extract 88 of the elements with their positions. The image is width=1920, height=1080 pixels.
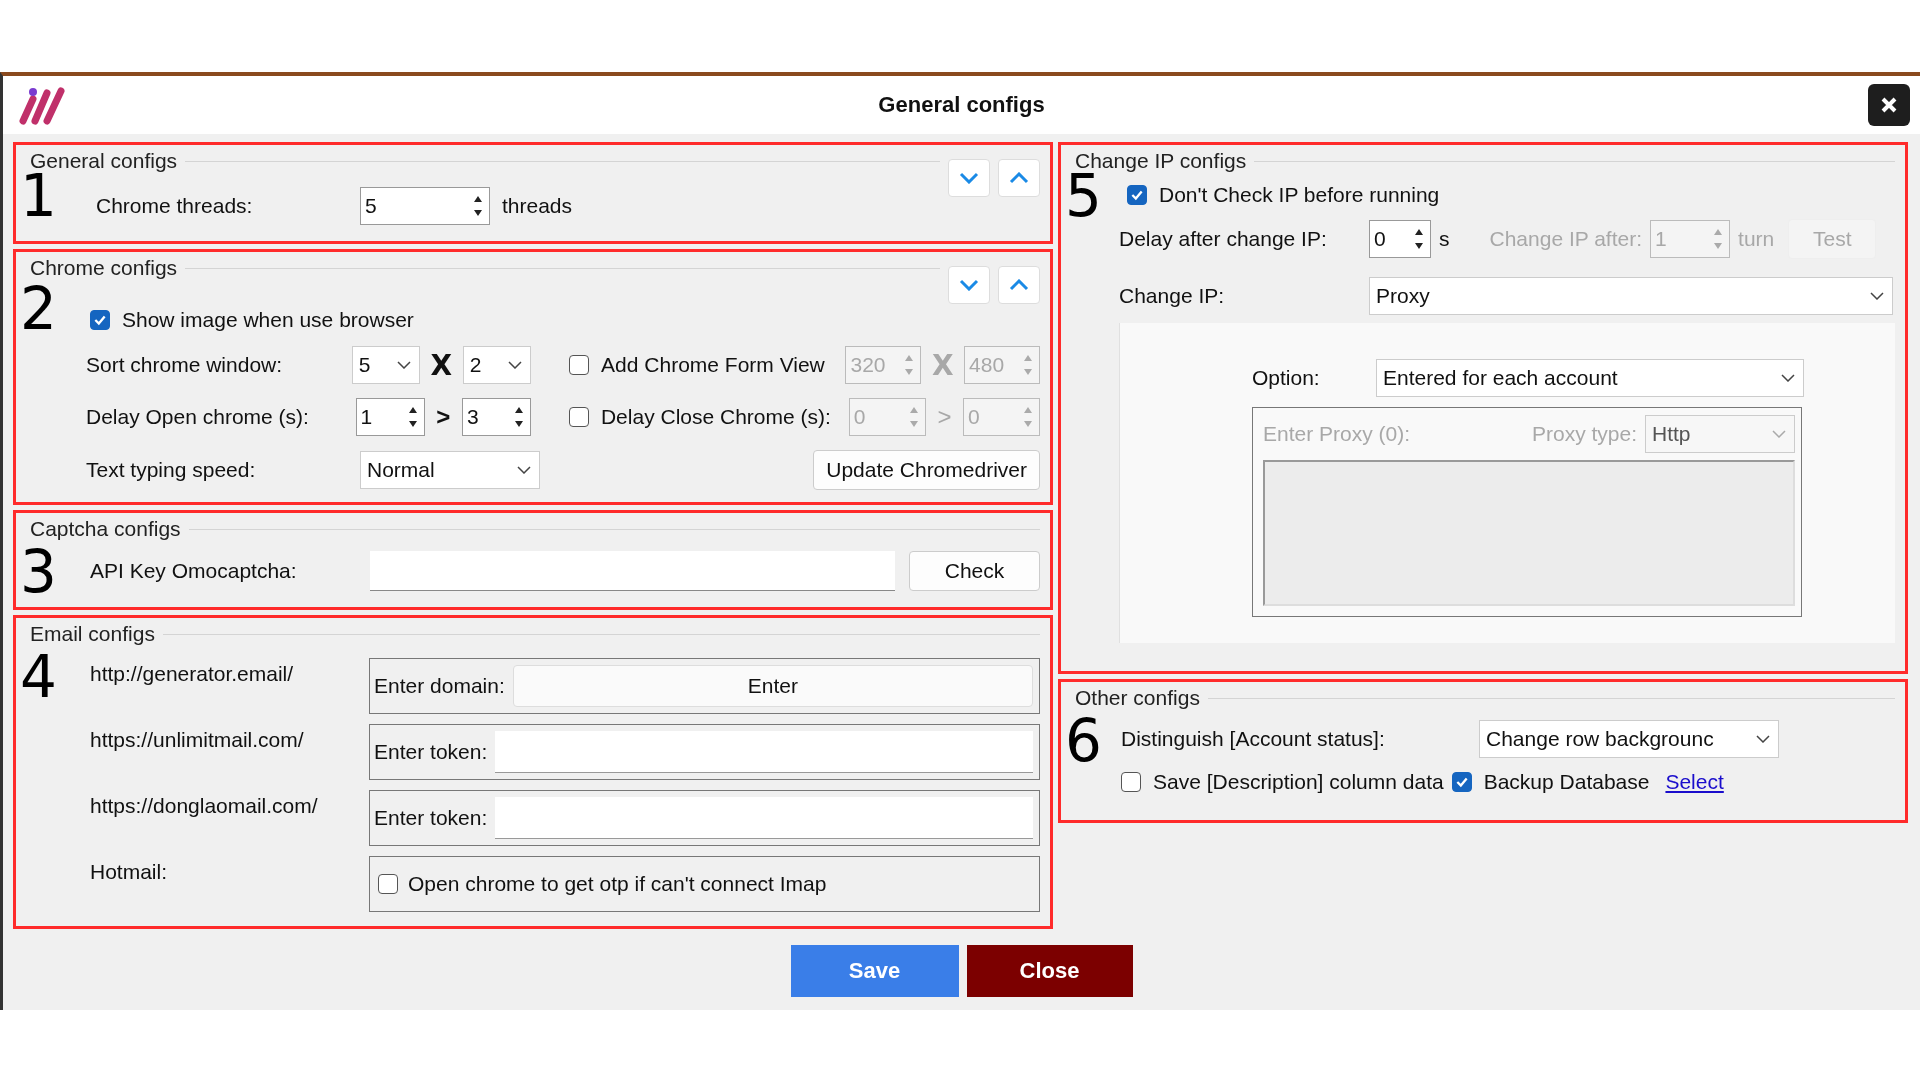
site-label: http://generator.email/ [90,661,295,686]
enter-button[interactable]: Enter [512,665,1033,707]
check-button[interactable]: Check [909,551,1040,591]
field-label: Enter token: [374,740,488,764]
select-link[interactable]: Select [1665,770,1724,794]
section-number: 6 [1065,712,1102,770]
dropdown[interactable]: Proxy [1369,277,1893,315]
checkbox[interactable] [1121,772,1141,792]
checkbox-label: Save [Description] column data [1153,770,1444,794]
site-label: https://unlimitmail.com/ [90,727,305,752]
field-label: Enter Proxy (0): [1263,422,1411,446]
times-sign: X [429,348,454,382]
window-title: General configs [878,92,1045,118]
save-button[interactable]: Save [790,945,959,997]
dropdown[interactable]: Entered for each account [1376,359,1804,397]
collapse-button[interactable] [998,266,1040,304]
number-spinner[interactable]: 1 [355,398,425,436]
field-label: Option: [1252,366,1321,390]
range-separator: > [435,403,452,431]
number-spinner[interactable]: 3 [461,398,531,436]
site-label: Hotmail: [90,859,169,884]
close-icon[interactable] [1868,84,1910,126]
chevron-down-icon [1756,735,1770,743]
group-title: Email configs [30,621,155,647]
chevron-down-icon [508,361,523,369]
unit-label: turn [1738,227,1775,251]
check-icon [93,313,107,327]
token-field[interactable] [495,797,1033,839]
checkbox[interactable] [568,407,589,427]
api-key-field[interactable] [369,551,895,591]
site-label: https://donglaomail.com/ [90,793,319,818]
section-number: 3 [20,543,57,601]
checkbox-label: Open chrome to get otp if can't connect Imap [408,872,827,896]
checkbox[interactable] [1451,772,1472,792]
chevron-down-icon [959,172,979,184]
section-number: 4 [20,648,57,706]
range-separator: > [936,403,953,431]
field-label: Text typing speed: [86,458,257,482]
group-title: Captcha configs [30,516,181,542]
field-label: Distinguish [Account status]: [1121,727,1386,751]
checkbox-label: Backup Database [1483,770,1650,794]
chevron-up-icon [1009,279,1029,291]
expand-button[interactable] [948,266,990,304]
app-logo-icon [17,85,67,125]
checkbox[interactable] [1127,185,1147,205]
dropdown[interactable]: 2 [462,346,532,384]
group-title: Other configs [1075,685,1200,711]
chevron-down-icon [1870,292,1884,300]
chevron-down-icon [397,361,412,369]
chevron-up-icon [1009,172,1029,184]
chevron-down-icon [959,279,979,291]
checkbox[interactable] [90,310,110,330]
field-label: Change IP: [1119,284,1226,308]
checkbox[interactable] [378,874,399,894]
dropdown[interactable]: Normal [360,451,540,489]
field-label: Sort chrome window: [86,353,284,377]
checkbox-label: Add Chrome Form View [601,353,826,377]
unit-label: threads [502,194,573,218]
checkbox[interactable] [569,355,590,375]
section-number: 2 [20,280,57,338]
dropdown[interactable]: 5 [351,346,421,384]
field-label: API Key Omocaptcha: [90,559,298,583]
check-icon [1130,188,1144,202]
field-label: Delay after change IP: [1119,227,1328,251]
update-chromedriver-button[interactable]: Update Chromedriver [813,450,1040,490]
token-field[interactable] [495,731,1033,773]
checkbox-label: Show image when use browser [122,308,414,332]
field-label: Proxy type: [1531,422,1637,446]
checkbox-label: Don't Check IP before running [1159,183,1440,207]
chevron-down-icon [517,466,531,474]
chevron-down-icon [1781,374,1795,382]
times-sign: X [930,348,955,382]
checkbox-label: Delay Close Chrome (s): [600,405,832,429]
group-title: Chrome configs [30,255,178,281]
expand-button[interactable] [948,159,990,197]
collapse-button[interactable] [998,159,1040,197]
dropdown[interactable]: Change row backgrounc [1479,720,1779,758]
number-spinner[interactable]: 0 [1369,220,1431,258]
check-icon [1454,775,1469,789]
unit-label: s [1439,227,1450,251]
field-label: Enter token: [374,806,488,830]
field-label: Chrome threads: [96,194,254,218]
number-spinner[interactable]: 5 [360,187,490,225]
field-label: Enter domain: [374,674,505,698]
field-label: Delay Open chrome (s): [86,405,310,429]
field-label: Change IP after: [1489,227,1643,251]
chevron-down-icon [1772,430,1786,438]
close-button[interactable]: Close [966,945,1133,997]
